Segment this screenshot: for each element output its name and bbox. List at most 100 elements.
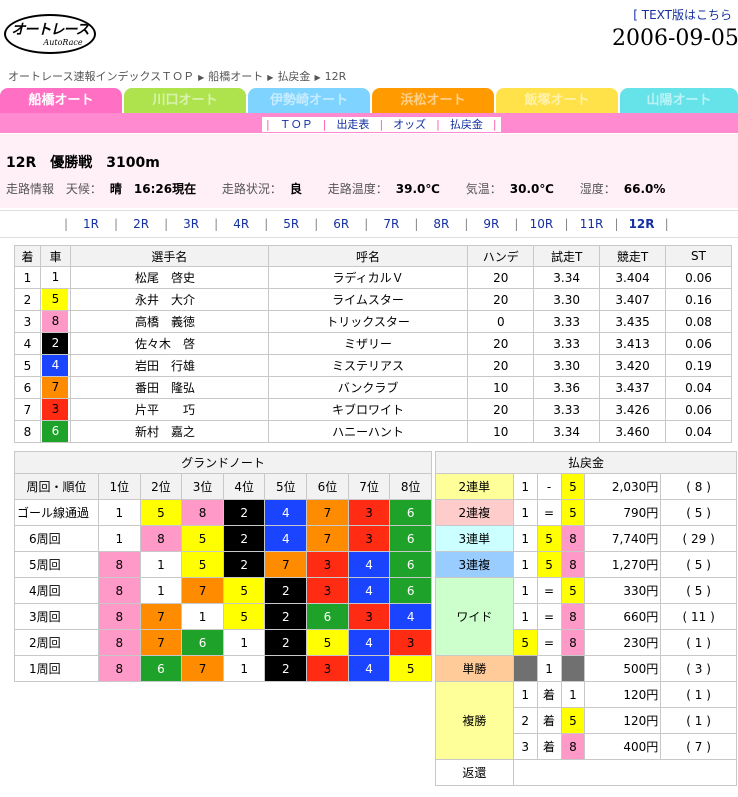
race-nav-7R[interactable]: 7R (376, 211, 406, 237)
entry-race-time: 3.420 (599, 354, 667, 377)
entry-trial-time: 3.33 (533, 398, 601, 421)
lap-car-position: 4 (264, 525, 308, 552)
venue-tab-4[interactable]: 浜松オート (372, 88, 494, 114)
venue-tab-1[interactable]: 船橋オート (0, 88, 122, 115)
venue-tab-2[interactable]: 川口オート (124, 88, 246, 114)
lap-car-position: 4 (347, 577, 391, 604)
race-nav-10R[interactable]: 10R (526, 211, 556, 237)
combo-car: 8 (560, 603, 586, 630)
grand-note-header-2: 2位 (139, 473, 183, 500)
breadcrumb: オートレース速報インデックスＴＯＰ ▶ 船橋オート ▶ 払戻金 ▶ 12R (8, 68, 346, 84)
entry-rider-name: 高橋 義徳 (69, 310, 269, 333)
venue-tab-label: 山陽オート (646, 93, 712, 108)
race-nav-6R[interactable]: 6R (326, 211, 356, 237)
entry-car-number: 8 (39, 310, 71, 333)
race-nav-5R[interactable]: 5R (276, 211, 306, 237)
track-temp-value: 39.0℃ (395, 182, 440, 196)
payout-popularity: ( 1 ) (660, 629, 737, 656)
lap-car-position: 3 (347, 525, 391, 552)
track-condition-value: 良 (289, 182, 302, 196)
car-number-box: 3 (42, 399, 69, 420)
entries-header-5: 試走T (533, 245, 601, 267)
race-nav-9R[interactable]: 9R (476, 211, 506, 237)
entries-header-1: 車 (39, 245, 71, 267)
payout-popularity: ( 29 ) (660, 525, 737, 552)
entry-nickname: トリックスター (267, 310, 469, 333)
payout-amount: 7,740円 (584, 525, 662, 552)
race-nav-8R[interactable]: 8R (426, 211, 456, 237)
race-nav-separator: | (614, 217, 619, 231)
subnav-payout[interactable]: 払戻金 (450, 118, 483, 131)
entry-handicap: 20 (467, 332, 535, 355)
venue-tab-label: 浜松オート (400, 93, 466, 108)
time-value: 16:26現在 (133, 182, 197, 196)
venue-tab-6[interactable]: 山陽オート (620, 88, 738, 114)
bet-type: 2連単 (435, 473, 514, 500)
entry-start-timing: 0.06 (665, 398, 732, 421)
lap-car-position: 3 (347, 603, 391, 630)
entry-car-number: 1 (39, 266, 71, 289)
text-version-link[interactable]: TEXT版はこちら (642, 8, 732, 22)
entries-header-0: 着 (14, 245, 41, 267)
venue-tabs: 船橋オート 川口オート 伊勢崎オート 浜松オート 飯塚オート 山陽オート (0, 88, 738, 115)
breadcrumb-venue-link[interactable]: 船橋オート (208, 70, 263, 83)
lap-car-position: 7 (139, 629, 183, 656)
lap-car-position: 8 (97, 551, 141, 578)
lap-car-position: 1 (222, 655, 266, 682)
entry-finish-position: 6 (14, 376, 41, 399)
payout-row: 単勝 1 500円( 3 ) (435, 655, 737, 682)
lap-label: 4周回 (14, 577, 99, 604)
subnav-entries[interactable]: 出走表 (336, 118, 369, 131)
lap-car-position: 8 (139, 525, 183, 552)
page-header: オートレース AutoRace [ TEXT版はこちら 2006-09-05 (0, 0, 738, 62)
race-nav-separator: | (564, 217, 569, 231)
race-nav-separator: | (64, 217, 69, 231)
entry-start-timing: 0.04 (665, 376, 732, 399)
race-nav-separator: | (364, 217, 369, 231)
lap-car-position: 6 (181, 629, 224, 656)
car-number-box: 7 (42, 377, 69, 398)
payout-row: ワイド 1 = 5 330円( 5 ) (435, 577, 737, 656)
entry-car-number: 6 (39, 420, 71, 443)
combo-separator: 着 (536, 681, 562, 708)
autorace-logo[interactable]: オートレース AutoRace (4, 14, 96, 54)
lap-car-position: 5 (181, 525, 224, 552)
combo-car: 1 (512, 525, 538, 552)
entry-car-number: 4 (39, 354, 71, 377)
lap-car-position: 8 (97, 629, 141, 656)
entry-finish-position: 1 (14, 266, 41, 289)
race-nav-11R[interactable]: 11R (577, 211, 607, 237)
lap-car-position: 2 (264, 603, 308, 630)
combo-separator: = (536, 603, 562, 630)
entry-race-time: 3.435 (599, 310, 667, 333)
grand-note-title: グランドノート (14, 451, 432, 474)
race-distance: 3100m (106, 155, 160, 171)
payout-amount: 400円 (584, 733, 662, 760)
race-nav-1R[interactable]: 1R (76, 211, 106, 237)
lap-car-position: 8 (181, 499, 224, 526)
venue-tab-3[interactable]: 伊勢崎オート (248, 88, 370, 114)
race-nav-3R[interactable]: 3R (176, 211, 206, 237)
grand-note-row: 3周回 8 7 1 5 2 6 3 4 (14, 603, 432, 630)
race-nav-separator: | (164, 217, 169, 231)
payout-amount: 330円 (584, 577, 662, 604)
race-nav-4R[interactable]: 4R (226, 211, 256, 237)
entry-trial-time: 3.33 (533, 332, 601, 355)
lap-car-position: 1 (222, 629, 266, 656)
lap-car-position: 6 (389, 551, 432, 578)
lap-car-position: 7 (264, 551, 308, 578)
car-number-box: 4 (42, 355, 69, 376)
race-nav-12R[interactable]: 12R (627, 211, 657, 237)
grand-note-row: 6周回 1 8 5 2 4 7 3 6 (14, 525, 432, 552)
bet-type: 2連複 (435, 499, 514, 526)
race-nav-separator: | (214, 217, 219, 231)
subnav-top[interactable]: ＴＯＰ (280, 118, 313, 131)
track-info-label: 走路情報 (6, 182, 55, 196)
subnav-odds[interactable]: オッズ (393, 118, 426, 131)
combo-separator: 着 (536, 733, 562, 760)
payout-row: 返還 (435, 759, 738, 786)
venue-tab-5[interactable]: 飯塚オート (496, 88, 618, 114)
breadcrumb-index-link[interactable]: オートレース速報インデックスＴＯＰ (8, 70, 194, 83)
air-temp-label: 気温： (465, 182, 502, 196)
race-nav-2R[interactable]: 2R (126, 211, 156, 237)
